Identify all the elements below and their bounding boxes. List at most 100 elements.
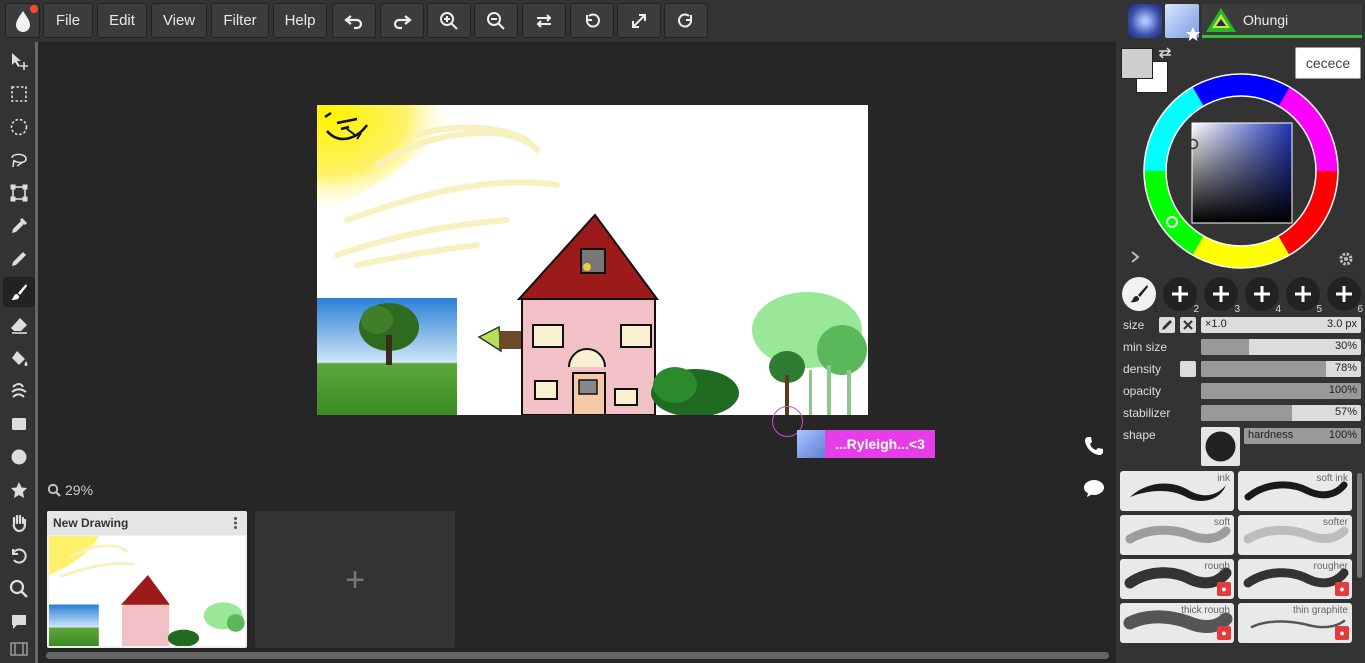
flip-icon bbox=[536, 13, 552, 28]
stabilizer-slider[interactable]: 57% bbox=[1201, 405, 1361, 421]
stabilizer-label: stabilizer bbox=[1123, 406, 1171, 420]
app-logo-button[interactable] bbox=[5, 3, 40, 38]
zoom-icon bbox=[9, 579, 28, 598]
pen-tool[interactable] bbox=[3, 244, 35, 274]
rect-select-icon bbox=[11, 86, 27, 102]
brush-slot-5[interactable]: 5 bbox=[1286, 277, 1322, 315]
document-card[interactable]: New Drawing bbox=[47, 511, 247, 648]
new-document-button[interactable]: + bbox=[255, 511, 455, 648]
app-window: File Edit View Filter Help ...Ryleigh...… bbox=[0, 0, 1365, 663]
brush-preset-thick-rough[interactable]: thick rough ● bbox=[1120, 603, 1234, 643]
brush-slot-2[interactable]: 2 bbox=[1163, 277, 1199, 315]
round-tip-icon bbox=[1205, 431, 1236, 462]
text-tool[interactable] bbox=[3, 607, 35, 637]
chevron-right-icon[interactable] bbox=[1129, 250, 1141, 264]
redo-button[interactable] bbox=[380, 3, 424, 38]
zoom-in-button[interactable] bbox=[427, 3, 471, 38]
drawing-canvas[interactable] bbox=[317, 105, 868, 415]
eraser-tool[interactable] bbox=[3, 310, 35, 340]
kebab-menu-icon[interactable] bbox=[234, 517, 237, 529]
move-tool[interactable] bbox=[3, 46, 35, 76]
brush-preset-rough[interactable]: rough ● bbox=[1120, 559, 1234, 599]
fill-tool[interactable] bbox=[3, 343, 35, 373]
move-icon bbox=[12, 53, 28, 70]
swap-colors-icon[interactable] bbox=[1157, 46, 1173, 60]
hand-icon bbox=[12, 514, 27, 533]
lasso-tool[interactable] bbox=[3, 145, 35, 175]
brush-preset-rougher[interactable]: rougher ● bbox=[1238, 559, 1352, 599]
zoom-out-button[interactable] bbox=[474, 3, 518, 38]
min-size-label: min size bbox=[1123, 340, 1168, 354]
menu-filter[interactable]: Filter bbox=[211, 3, 269, 38]
rect-select-tool[interactable] bbox=[3, 79, 35, 109]
menu-edit[interactable]: Edit bbox=[97, 3, 147, 38]
undo-icon bbox=[344, 14, 363, 29]
top-toolbar: File Edit View Filter Help bbox=[0, 0, 1116, 42]
account-avatar-1[interactable] bbox=[1128, 4, 1162, 38]
brush-preset-soft[interactable]: soft bbox=[1120, 515, 1234, 555]
brush-slot-1[interactable]: 1 bbox=[1122, 277, 1158, 315]
rectangle-tool[interactable] bbox=[3, 409, 35, 439]
brush-slot-6[interactable]: 6 bbox=[1327, 277, 1363, 315]
brush-tool[interactable] bbox=[3, 277, 35, 307]
brush-preset-name: softer bbox=[1322, 517, 1348, 528]
menu-help[interactable]: Help bbox=[273, 3, 327, 38]
brush-shape-picker[interactable] bbox=[1201, 427, 1240, 466]
menu-file[interactable]: File bbox=[43, 3, 93, 38]
horizontal-scrollbar[interactable] bbox=[46, 652, 1109, 659]
zoom-out-icon bbox=[487, 11, 505, 30]
ellipse-tool[interactable] bbox=[3, 442, 35, 472]
brush-list-scrollbar[interactable] bbox=[1357, 473, 1362, 578]
color-wheel[interactable] bbox=[1141, 72, 1341, 272]
brush-slot-4[interactable]: 4 bbox=[1245, 277, 1281, 315]
opacity-slider[interactable]: 100% bbox=[1201, 383, 1361, 399]
menu-view[interactable]: View bbox=[151, 3, 207, 38]
hand-tool[interactable] bbox=[3, 508, 35, 538]
rectangle-icon bbox=[12, 418, 26, 430]
brush-preset-name: thick rough bbox=[1181, 605, 1230, 616]
brush-preset-soft-ink[interactable]: soft ink bbox=[1238, 471, 1352, 511]
min-size-slider[interactable]: 30% bbox=[1201, 339, 1361, 355]
flame-icon: ● bbox=[1217, 582, 1231, 596]
account-avatar-2[interactable] bbox=[1165, 4, 1200, 41]
transform-tool[interactable] bbox=[3, 178, 35, 208]
size-slider[interactable]: ×1.0 3.0 px bbox=[1201, 317, 1361, 333]
ellipse-select-tool[interactable] bbox=[3, 112, 35, 142]
filmstrip-tool[interactable] bbox=[3, 634, 35, 663]
phone-icon bbox=[1085, 437, 1103, 455]
brush-preset-softer[interactable]: softer bbox=[1238, 515, 1352, 555]
brush-slot-number: 6 bbox=[1357, 304, 1363, 315]
chat-button[interactable] bbox=[1082, 476, 1106, 500]
rotate-view-tool[interactable] bbox=[3, 541, 35, 571]
lasso-icon bbox=[11, 153, 27, 168]
shape-tool[interactable] bbox=[3, 475, 35, 505]
star-icon bbox=[1186, 27, 1200, 41]
size-reset-button[interactable] bbox=[1180, 317, 1196, 333]
rotate-right-icon bbox=[678, 13, 692, 27]
toolbar-scrollbar[interactable] bbox=[35, 42, 38, 663]
brush-preset-ink[interactable]: ink bbox=[1120, 471, 1234, 511]
density-label: density bbox=[1123, 362, 1162, 376]
zoom-indicator[interactable]: 29% bbox=[47, 482, 93, 498]
eyedropper-icon bbox=[12, 217, 28, 233]
rotate-right-button[interactable] bbox=[664, 3, 708, 38]
brush-preset-thin-graphite[interactable]: thin graphite ● bbox=[1238, 603, 1352, 643]
brush-preset-name: soft ink bbox=[1316, 473, 1348, 484]
flip-button[interactable] bbox=[522, 3, 566, 38]
density-value: 78% bbox=[1334, 362, 1357, 374]
rotate-left-button[interactable] bbox=[570, 3, 614, 38]
fullscreen-button[interactable] bbox=[617, 3, 661, 38]
notification-dot bbox=[30, 5, 38, 13]
hardness-slider[interactable]: hardness 100% bbox=[1244, 428, 1361, 444]
pressure-size-toggle[interactable] bbox=[1159, 317, 1175, 333]
account-button[interactable]: Ohungi bbox=[1202, 4, 1362, 38]
smudge-tool[interactable] bbox=[3, 376, 35, 406]
eyedropper-tool[interactable] bbox=[3, 211, 35, 241]
voice-call-button[interactable] bbox=[1082, 434, 1106, 458]
brush-slot-3[interactable]: 3 bbox=[1204, 277, 1240, 315]
gear-icon[interactable] bbox=[1338, 251, 1354, 267]
zoom-tool[interactable] bbox=[3, 574, 35, 604]
density-slider[interactable]: 78% bbox=[1201, 361, 1361, 377]
density-pressure-toggle[interactable] bbox=[1180, 361, 1196, 377]
undo-button[interactable] bbox=[332, 3, 376, 38]
